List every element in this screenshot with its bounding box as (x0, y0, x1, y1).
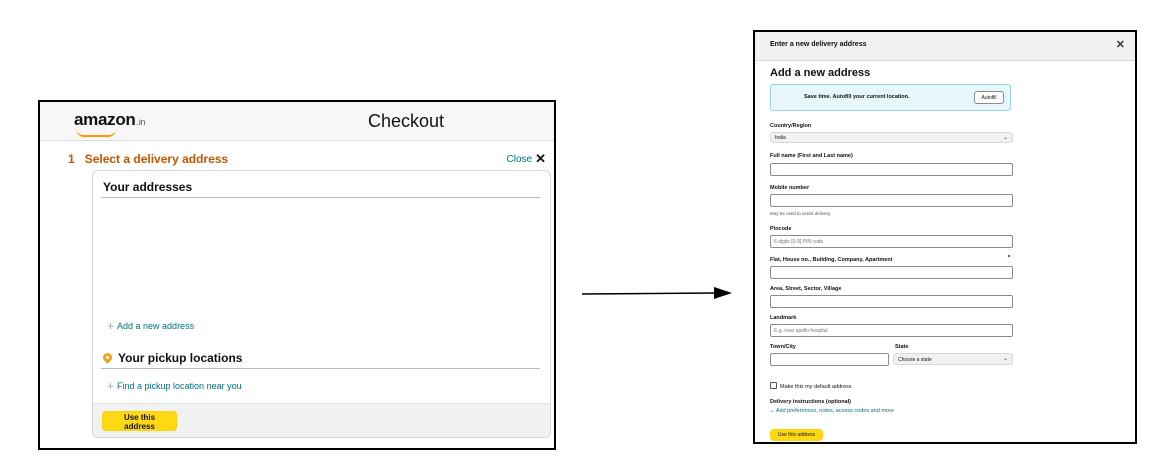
state-select[interactable]: Choose a state ⌄ (893, 353, 1013, 365)
step-header: 1 Select a delivery address (68, 152, 228, 166)
delivery-instructions-link[interactable]: ⌄ Add preferences, notes, access codes a… (770, 408, 894, 414)
use-this-address-button[interactable]: Use this address (102, 411, 177, 431)
step-number: 1 (68, 152, 75, 166)
address-footer: Use this address (93, 403, 550, 437)
checkbox-icon[interactable] (770, 382, 777, 389)
amazon-logo[interactable]: amazon.in (74, 110, 145, 130)
logo-text: amazon (74, 110, 136, 129)
logo-smile-icon (76, 129, 116, 137)
fullname-label: Full name (First and Last name) (770, 153, 853, 159)
close-label: Close (506, 154, 533, 165)
town-input[interactable] (770, 353, 889, 366)
chevron-down-icon: ⌄ (770, 408, 775, 414)
state-label: State (895, 344, 909, 350)
landmark-input[interactable] (770, 324, 1013, 337)
find-pickup-link[interactable]: + Find a pickup location near you (107, 379, 242, 393)
default-address-label: Make this my default address (780, 384, 852, 390)
add-address-link[interactable]: + Add a new address (107, 319, 194, 333)
default-address-checkbox[interactable]: Make this my default address (770, 382, 852, 390)
close-icon: ✕ (535, 151, 546, 166)
mobile-label: Mobile number (770, 185, 810, 191)
mobile-input[interactable] (770, 194, 1013, 207)
autofill-text: Save time. Autofill your current locatio… (804, 94, 910, 100)
chevron-down-icon: ⌄ (1002, 356, 1008, 362)
area-input[interactable] (770, 295, 1013, 308)
landmark-label: Landmark (770, 315, 797, 321)
country-label: Country/Region (770, 123, 812, 129)
pickup-link-label: Find a pickup location near you (117, 381, 242, 391)
checkout-header: amazon.in Checkout (40, 102, 554, 141)
checkout-page: amazon.in Checkout 1 Select a delivery ad… (38, 100, 556, 450)
pickup-heading: Your pickup locations (101, 351, 243, 365)
arrow-right-icon (582, 287, 732, 299)
new-address-modal: Enter a new delivery address ✕ Add a new… (753, 30, 1137, 444)
state-value: Choose a state (898, 357, 932, 363)
add-address-label: Add a new address (117, 321, 195, 331)
pincode-label: Pincode (770, 226, 792, 232)
mobile-helper: May be used to assist delivery (770, 211, 831, 216)
plus-icon: + (107, 379, 115, 393)
addresses-heading: Your addresses (103, 180, 193, 194)
area-label: Area, Street, Sector, Village (770, 286, 842, 292)
step-title: Select a delivery address (84, 152, 229, 166)
flat-input[interactable] (770, 266, 1013, 279)
location-pin-icon (101, 351, 114, 364)
divider (101, 197, 540, 198)
divider (101, 368, 540, 369)
country-select[interactable]: India ⌄ (770, 132, 1013, 143)
country-value: India (775, 135, 786, 141)
chevron-down-icon: ⌄ (1002, 135, 1008, 141)
plus-icon: + (107, 319, 115, 333)
autofill-banner: Save time. Autofill your current locatio… (770, 84, 1011, 111)
modal-header: Enter a new delivery address ✕ (755, 32, 1135, 61)
flat-label: Flat, House no., Building, Company, Apar… (770, 257, 893, 263)
delivery-instructions-heading: Delivery instructions (optional) (770, 399, 851, 405)
fullname-input[interactable] (770, 163, 1013, 176)
address-selection-box: Your addresses + Add a new address Your p… (92, 170, 551, 438)
use-this-address-button[interactable]: Use this address (770, 429, 823, 441)
pickup-heading-label: Your pickup locations (118, 351, 243, 365)
delivery-instructions-label: Add preferences, notes, access codes and… (775, 408, 894, 414)
close-icon[interactable]: ✕ (1116, 38, 1125, 51)
town-label: Town/City (770, 344, 796, 350)
autofill-button[interactable]: Autofill (974, 91, 1004, 104)
required-indicator (1008, 255, 1010, 257)
pincode-input[interactable] (770, 235, 1013, 248)
form-heading: Add a new address (770, 67, 871, 79)
modal-title: Enter a new delivery address (770, 41, 867, 48)
close-button[interactable]: Close ✕ (507, 151, 546, 167)
page-title: Checkout (368, 111, 445, 131)
logo-tld: .in (136, 117, 146, 127)
